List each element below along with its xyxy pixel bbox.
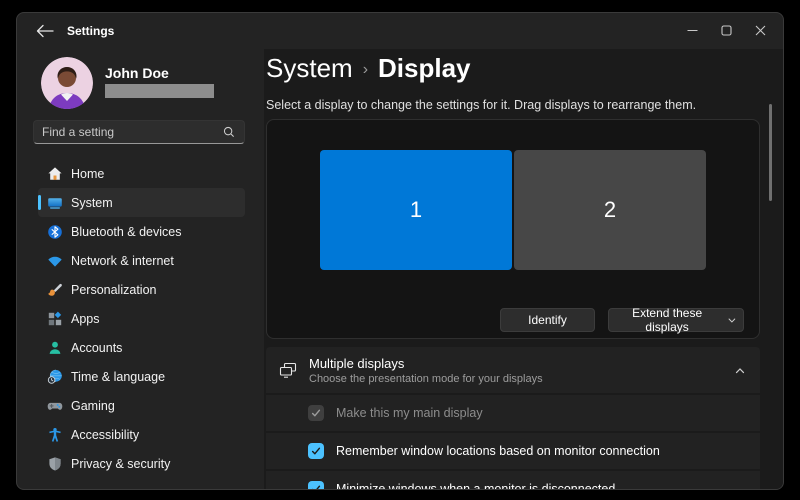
main-content: System › Display Select a display to cha… [264, 49, 783, 489]
breadcrumb-separator: › [363, 58, 368, 79]
sidebar-item-network-internet[interactable]: Network & internet [38, 246, 245, 275]
sidebar-item-label: Apps [71, 312, 100, 326]
display-arrangement-panel: 12 Identify Extend these displays [266, 119, 760, 339]
option-label: Remember window locations based on monit… [336, 444, 660, 458]
sidebar-item-apps[interactable]: Apps [38, 304, 245, 333]
user-email-placeholder [105, 84, 214, 98]
breadcrumb: System › Display [266, 53, 471, 84]
sidebar-item-time-language[interactable]: Time & language [38, 362, 245, 391]
sidebar-item-accounts[interactable]: Accounts [38, 333, 245, 362]
multiple-displays-section: Multiple displays Choose the presentatio… [266, 347, 760, 489]
sidebar-item-label: Bluetooth & devices [71, 225, 182, 239]
sidebar: John Doe Home System Bluetooth & devices Ne… [17, 49, 264, 489]
minimize-icon [687, 25, 698, 36]
sidebar-item-label: Time & language [71, 370, 165, 384]
sidebar-item-label: Home [71, 167, 104, 181]
monitor-arrangement: 12 [267, 150, 759, 270]
sidebar-item-label: System [71, 196, 113, 210]
privacy-icon [47, 456, 63, 472]
extend-displays-label: Extend these displays [615, 306, 719, 334]
page-description: Select a display to change the settings … [266, 98, 696, 112]
sidebar-item-accessibility[interactable]: Accessibility [38, 420, 245, 449]
chevron-up-icon[interactable] [734, 364, 746, 376]
close-icon [755, 25, 766, 36]
accessibility-icon [47, 427, 63, 443]
window-controls [675, 17, 777, 43]
selection-pill [38, 195, 41, 210]
search-icon [222, 125, 236, 139]
desktop-backdrop: Settings [0, 0, 800, 500]
settings-window: Settings [16, 12, 784, 490]
sidebar-item-gaming[interactable]: Gaming [38, 391, 245, 420]
scrollbar-thumb[interactable] [769, 104, 772, 201]
system-icon [47, 195, 63, 211]
multiple-displays-expander[interactable]: Multiple displays Choose the presentatio… [266, 347, 760, 393]
back-button[interactable] [35, 23, 55, 39]
sidebar-item-system[interactable]: System [38, 188, 245, 217]
bluetooth-icon [47, 224, 63, 240]
search-box [33, 120, 245, 144]
maximize-icon [721, 25, 732, 36]
maximize-button[interactable] [709, 17, 743, 43]
close-button[interactable] [743, 17, 777, 43]
apps-icon [47, 311, 63, 327]
time-language-icon [47, 369, 63, 385]
multiple-displays-options: Make this my main display Remember window… [266, 395, 760, 489]
sidebar-item-personalization[interactable]: Personalization [38, 275, 245, 304]
sidebar-item-label: Privacy & security [71, 457, 170, 471]
extend-displays-dropdown[interactable]: Extend these displays [608, 308, 744, 332]
search-input[interactable] [34, 125, 222, 139]
window-title: Settings [67, 24, 114, 38]
sidebar-item-privacy-security[interactable]: Privacy & security [38, 449, 245, 478]
monitor-1[interactable]: 1 [320, 150, 512, 270]
checkbox-remember-window-locations-based-on-monitor-connection[interactable] [308, 443, 324, 459]
personalization-icon [47, 282, 63, 298]
sidebar-item-bluetooth-devices[interactable]: Bluetooth & devices [38, 217, 245, 246]
page-title: Display [378, 53, 471, 84]
option-row-minimize-windows-when-a-monitor-is-disconnected: Minimize windows when a monitor is disco… [266, 471, 760, 489]
avatar [41, 57, 93, 109]
sidebar-item-label: Gaming [71, 399, 115, 413]
chevron-down-icon [727, 315, 737, 326]
option-row-make-this-my-main-display: Make this my main display [266, 395, 760, 431]
gaming-icon [47, 398, 63, 414]
titlebar: Settings [17, 13, 783, 49]
multiple-displays-icon [278, 360, 298, 380]
sidebar-item-home[interactable]: Home [38, 159, 245, 188]
sidebar-item-label: Accounts [71, 341, 122, 355]
sidebar-item-label: Accessibility [71, 428, 139, 442]
breadcrumb-system[interactable]: System [266, 53, 353, 84]
option-label: Make this my main display [336, 406, 483, 420]
checkbox-minimize-windows-when-a-monitor-is-disconnected[interactable] [308, 481, 324, 489]
accounts-icon [47, 340, 63, 356]
option-label: Minimize windows when a monitor is disco… [336, 482, 615, 489]
user-name: John Doe [105, 65, 169, 81]
sidebar-nav: Home System Bluetooth & devices Network & i… [38, 159, 245, 478]
section-title: Multiple displays [309, 356, 543, 371]
sidebar-item-label: Personalization [71, 283, 156, 297]
sidebar-item-label: Network & internet [71, 254, 174, 268]
identify-button[interactable]: Identify [500, 308, 595, 332]
home-icon [47, 166, 63, 182]
monitor-2[interactable]: 2 [514, 150, 706, 270]
minimize-button[interactable] [675, 17, 709, 43]
checkbox-make-this-my-main-display [308, 405, 324, 421]
network-icon [47, 253, 63, 269]
option-row-remember-window-locations-based-on-monitor-connection: Remember window locations based on monit… [266, 433, 760, 469]
section-subtitle: Choose the presentation mode for your di… [309, 373, 543, 385]
